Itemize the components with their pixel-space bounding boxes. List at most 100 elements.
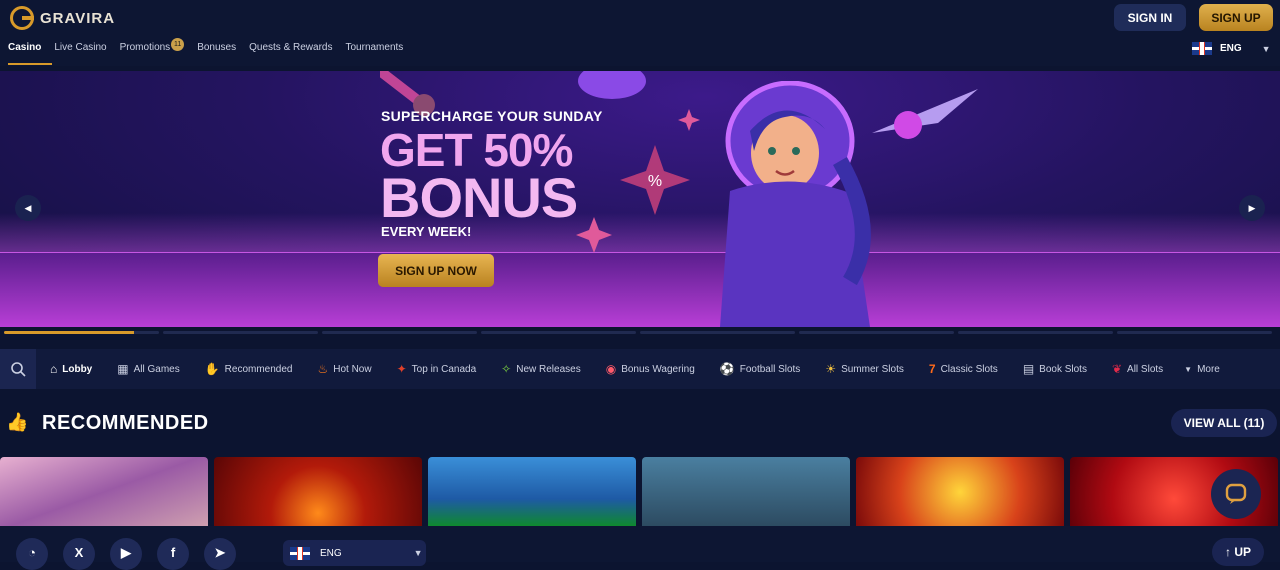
chevron-left-icon: ◀: [24, 203, 32, 213]
sun-icon: ☀: [825, 362, 837, 376]
category-classic-slots[interactable]: 7 Classic Slots: [915, 362, 1009, 376]
sign-up-button[interactable]: SIGN UP: [1199, 4, 1273, 31]
category-more[interactable]: ▼ More: [1174, 364, 1231, 375]
banner-dot[interactable]: [1117, 331, 1272, 334]
logo-icon: [10, 6, 34, 30]
nav-promotions-label: Promotions: [119, 42, 171, 53]
language-code: ENG: [1220, 43, 1242, 54]
uk-flag-icon: [290, 546, 310, 560]
chevron-down-icon: ▼: [1261, 43, 1271, 54]
nav-quests-rewards[interactable]: Quests & Rewards: [249, 42, 332, 55]
football-icon: ⚽: [719, 362, 735, 376]
category-lobby[interactable]: ⌂ Lobby: [36, 362, 103, 376]
banner-title-line2: BONUS: [380, 166, 578, 229]
category-top-in-canada[interactable]: ✦ Top in Canada: [383, 362, 488, 376]
category-label: Lobby: [62, 363, 93, 375]
spaceship-icon: [872, 89, 978, 139]
category-all-games[interactable]: ▦ All Games: [103, 362, 190, 376]
category-all-slots[interactable]: ❦ All Slots: [1098, 362, 1174, 376]
banner-tagline: EVERY WEEK!: [381, 224, 472, 239]
category-label: All Games: [133, 363, 180, 375]
banner-signup-button[interactable]: SIGN UP NOW: [378, 254, 494, 287]
banner-pagination: [4, 331, 1272, 334]
search-icon: [11, 362, 26, 377]
live-chat-button[interactable]: [1211, 469, 1261, 519]
hero-banner[interactable]: % SUPERCHARGE YOUR SUNDAY GET 50% BONUS …: [0, 71, 1280, 327]
whatsapp-icon[interactable]: ◔: [16, 538, 48, 570]
telegram-icon[interactable]: ➤: [204, 538, 236, 570]
category-hot-now[interactable]: ♨ Hot Now: [303, 362, 382, 376]
top-bar: [0, 0, 1280, 66]
category-summer-slots[interactable]: ☀ Summer Slots: [811, 362, 915, 376]
category-new-releases[interactable]: ✧ New Releases: [487, 362, 592, 376]
category-label: Book Slots: [1039, 363, 1087, 375]
banner-dot[interactable]: [163, 331, 318, 334]
astronaut-illustration: [720, 81, 871, 327]
sparkle-icon: ✧: [501, 362, 512, 376]
up-label: UP: [1234, 545, 1251, 559]
category-label: Top in Canada: [411, 363, 477, 375]
game-carousel: [0, 457, 1278, 527]
banner-prev-button[interactable]: ◀: [15, 195, 41, 221]
facebook-icon[interactable]: f: [157, 538, 189, 570]
banner-dot[interactable]: [4, 331, 159, 334]
section-title: RECOMMENDED: [42, 412, 209, 434]
house-icon: ⌂: [50, 362, 58, 376]
thumbs-up-icon: 👍: [6, 412, 29, 432]
category-bonus-wagering[interactable]: ◉ Bonus Wagering: [592, 362, 706, 376]
category-recommended[interactable]: ✋ Recommended: [191, 362, 304, 376]
category-label: Recommended: [224, 363, 293, 375]
nav-live-casino[interactable]: Live Casino: [54, 42, 106, 55]
sign-in-button[interactable]: SIGN IN: [1114, 4, 1186, 31]
banner-subtitle: SUPERCHARGE YOUR SUNDAY: [381, 108, 603, 124]
x-icon[interactable]: X: [63, 538, 95, 570]
cherry-icon: ❦: [1111, 362, 1123, 376]
category-label: Classic Slots: [940, 363, 998, 375]
banner-ground: [0, 213, 1280, 327]
category-book-slots[interactable]: ▤ Book Slots: [1009, 362, 1098, 376]
view-all-button[interactable]: VIEW ALL (11): [1171, 409, 1277, 437]
book-icon: ▤: [1022, 362, 1035, 376]
chevron-down-icon: ▼: [1184, 364, 1193, 374]
bonus-icon: ◉: [605, 362, 617, 376]
game-tile[interactable]: [856, 457, 1064, 527]
game-tile[interactable]: [428, 457, 636, 527]
language-code: ENG: [320, 547, 342, 559]
banner-dot[interactable]: [958, 331, 1113, 334]
category-label: More: [1197, 363, 1220, 375]
category-label: All Slots: [1127, 363, 1164, 375]
language-selector[interactable]: ENG ▼: [1192, 42, 1271, 55]
category-label: Summer Slots: [841, 363, 904, 375]
nav-bonuses[interactable]: Bonuses: [197, 42, 236, 55]
nav-casino[interactable]: Casino: [8, 42, 53, 65]
youtube-icon[interactable]: ▶: [110, 538, 142, 570]
thumbs-up-icon: ✋: [204, 362, 220, 376]
banner-dot[interactable]: [640, 331, 795, 334]
banner-dot[interactable]: [481, 331, 636, 334]
category-football-slots[interactable]: ⚽ Football Slots: [706, 362, 812, 376]
nav-tournaments[interactable]: Tournaments: [345, 42, 403, 55]
fire-icon: ♨: [317, 362, 329, 376]
logo[interactable]: GRAVIRA: [10, 6, 115, 30]
uk-flag-icon: [1192, 42, 1212, 55]
promotions-count-badge: 11: [171, 38, 185, 51]
sparkle-icon: [576, 217, 612, 253]
category-label: Hot Now: [333, 363, 372, 375]
banner-dot[interactable]: [322, 331, 477, 334]
footer-language-selector[interactable]: ENG ▼: [283, 540, 426, 566]
grid-icon: ▦: [117, 362, 129, 376]
category-bar: ⌂ Lobby ▦ All Games ✋ Recommended ♨ Hot Now …: [0, 349, 1280, 389]
game-tile[interactable]: [214, 457, 422, 527]
svg-text:%: %: [648, 173, 662, 190]
seven-icon: 7: [928, 362, 936, 376]
footer-bar: [0, 526, 1280, 562]
banner-next-button[interactable]: ▶: [1239, 195, 1265, 221]
banner-dot[interactable]: [799, 331, 954, 334]
arrow-up-icon: ↑: [1224, 545, 1235, 559]
maple-leaf-icon: ✦: [396, 362, 407, 376]
search-button[interactable]: [0, 349, 36, 389]
nav-promotions[interactable]: Promotions 11: [119, 38, 185, 55]
category-label: Football Slots: [739, 363, 801, 375]
game-tile[interactable]: [642, 457, 850, 527]
game-tile[interactable]: [0, 457, 208, 527]
